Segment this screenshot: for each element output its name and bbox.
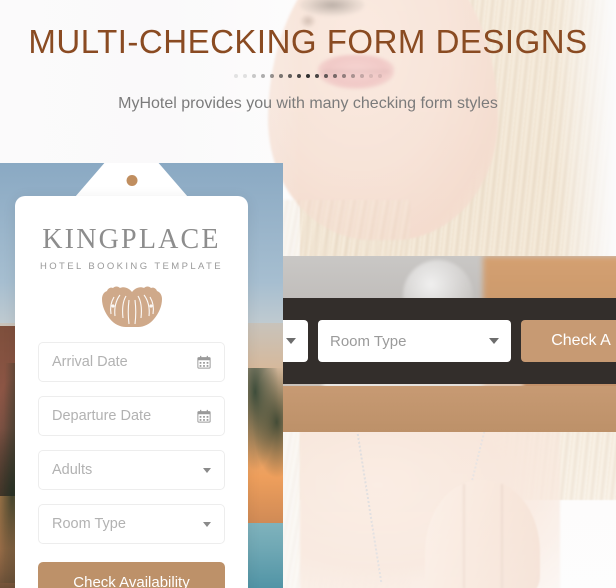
separator-dot — [378, 74, 382, 79]
dot-separator — [0, 71, 616, 81]
adults-label: Adults — [52, 462, 93, 478]
palm-tree-right — [248, 368, 283, 488]
separator-dot — [270, 74, 274, 79]
room-type-select[interactable]: Room Type — [38, 504, 225, 544]
separator-dot — [252, 74, 256, 79]
separator-dot — [243, 74, 247, 79]
chevron-down-icon — [203, 521, 211, 527]
dark-bar-check-availability-button[interactable]: Check A — [521, 320, 616, 362]
arrival-date-label: Arrival Date — [52, 354, 128, 370]
separator-dot — [306, 74, 310, 79]
calendar-icon — [197, 409, 211, 423]
separator-dot — [288, 74, 292, 79]
dark-bar-room-type-select[interactable]: Room Type — [318, 320, 511, 362]
separator-dot — [342, 74, 346, 79]
page-title: MULTI-CHECKING FORM DESIGNS — [28, 23, 588, 60]
separator-dot — [324, 74, 328, 79]
chevron-down-icon — [489, 338, 499, 344]
dark-bar-booking-form: Room Type Check A — [283, 320, 616, 362]
chevron-down-icon — [286, 338, 296, 344]
brand-name: KINGPLACE — [42, 224, 221, 255]
room-type-label: Room Type — [52, 516, 126, 532]
warm-band-region — [283, 386, 616, 432]
separator-dot — [279, 74, 283, 79]
arrival-date-field[interactable]: Arrival Date — [38, 342, 225, 382]
departure-date-label: Departure Date — [52, 408, 152, 424]
check-availability-button[interactable]: Check Availability — [38, 562, 225, 588]
booking-tag-card: KINGPLACE HOTEL BOOKING TEMPLATE Arrival… — [15, 163, 248, 588]
tag-card-body: KINGPLACE HOTEL BOOKING TEMPLATE Arrival… — [15, 196, 248, 588]
separator-dot — [315, 74, 319, 79]
separator-dot — [261, 74, 265, 79]
dark-bar-room-type-label: Room Type — [330, 332, 407, 350]
tag-top-shape — [75, 163, 188, 197]
departure-date-field[interactable]: Departure Date — [38, 396, 225, 436]
separator-dot — [333, 74, 337, 79]
separator-dot — [297, 74, 301, 79]
separator-dot — [351, 74, 355, 79]
separator-dot — [234, 74, 238, 79]
tag-hole-icon — [126, 175, 137, 186]
adults-select[interactable]: Adults — [38, 450, 225, 490]
separator-dot — [369, 74, 373, 79]
page-subtitle: MyHotel provides you with many checking … — [118, 95, 498, 113]
separator-dot — [360, 74, 364, 79]
page-header: MULTI-CHECKING FORM DESIGNS MyHotel prov… — [0, 23, 616, 113]
chevron-down-icon — [203, 467, 211, 473]
dark-bar-partial-select[interactable] — [283, 320, 308, 362]
lion-crest-icon — [101, 286, 162, 327]
brand-subtitle: HOTEL BOOKING TEMPLATE — [39, 261, 223, 272]
calendar-icon — [197, 355, 211, 369]
dark-checking-form-block: Room Type Check A — [283, 256, 616, 432]
page-stage: MULTI-CHECKING FORM DESIGNS MyHotel prov… — [0, 0, 616, 588]
